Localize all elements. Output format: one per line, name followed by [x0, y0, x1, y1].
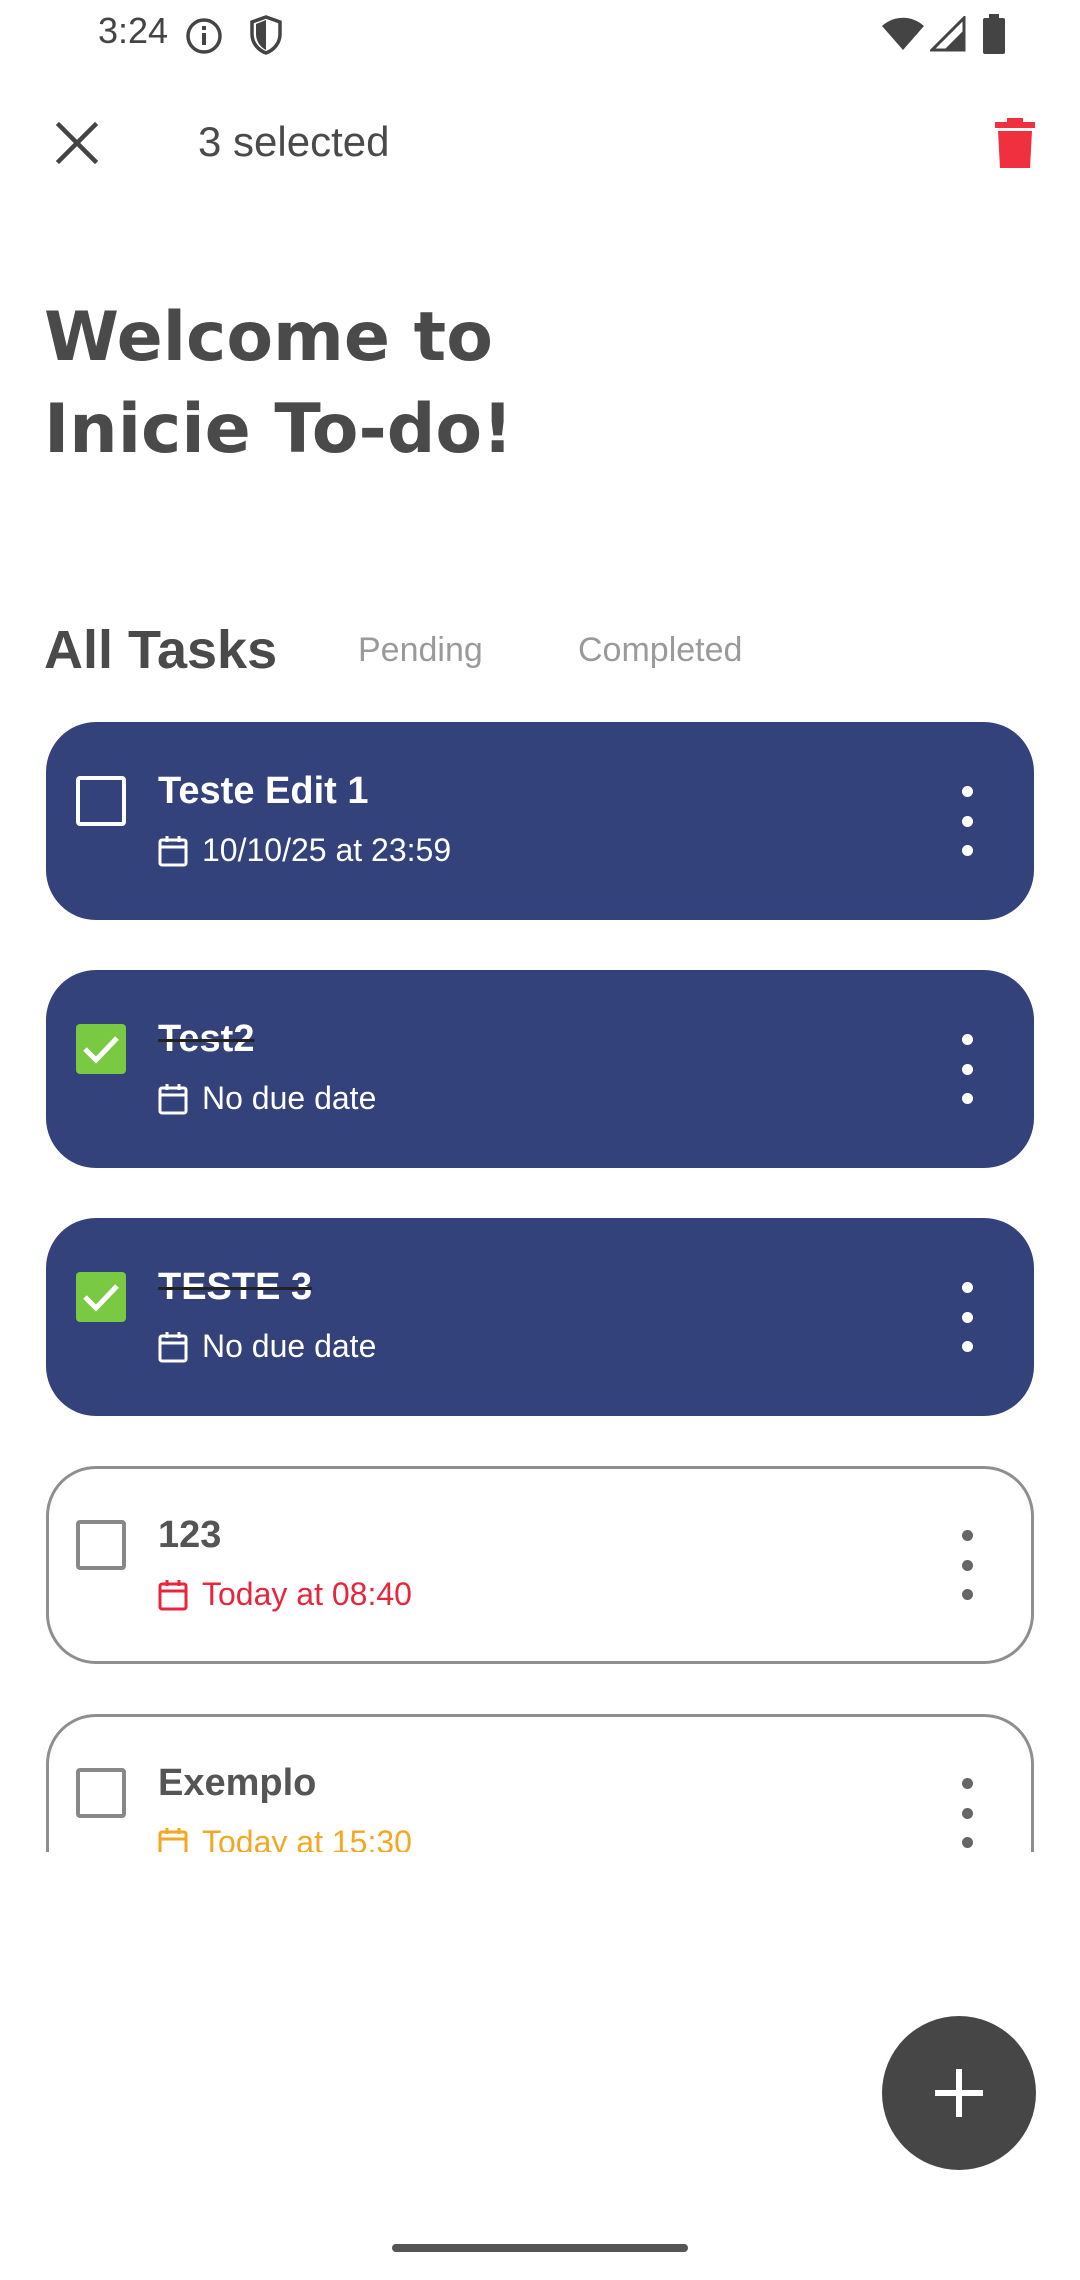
calendar-icon — [158, 1579, 188, 1610]
task-due-text: 10/10/25 at 23:59 — [202, 832, 452, 868]
task-title: TESTE 3 — [158, 1266, 313, 1308]
task-due-text: Today at 08:40 — [202, 1576, 412, 1612]
task-due: Today at 15:30 — [158, 1824, 412, 1852]
status-bar: 3:24 — [0, 0, 1080, 70]
task-list: Teste Edit 1 10/10/25 at 23:59 Test2 No … — [0, 716, 1080, 1852]
close-button[interactable] — [46, 112, 108, 174]
shield-icon — [250, 15, 282, 55]
task-checkbox[interactable] — [76, 1272, 126, 1322]
wifi-icon — [882, 17, 924, 50]
task-card[interactable]: Exemplo Today at 15:30 — [46, 1714, 1034, 1852]
task-due: Today at 08:40 — [158, 1576, 412, 1613]
task-due: 10/10/25 at 23:59 — [158, 832, 451, 869]
battery-icon — [983, 14, 1005, 54]
check-icon — [83, 1036, 119, 1064]
task-due-text: No due date — [202, 1080, 377, 1116]
task-checkbox[interactable] — [76, 1520, 126, 1570]
add-task-button[interactable] — [882, 2016, 1036, 2170]
task-checkbox[interactable] — [76, 1024, 126, 1074]
info-icon — [186, 18, 222, 54]
task-card[interactable]: Test2 No due date — [46, 970, 1034, 1168]
check-icon — [83, 1284, 119, 1312]
gesture-bar[interactable] — [392, 2244, 688, 2252]
more-options-icon[interactable] — [952, 1034, 982, 1104]
calendar-icon — [158, 835, 188, 866]
task-title: Exemplo — [158, 1762, 317, 1804]
more-options-icon[interactable] — [952, 1530, 982, 1600]
page-title-line1: Welcome to — [44, 298, 493, 377]
calendar-icon — [158, 1827, 188, 1852]
screen: 3:24 3 selected Welcome to Inicie To-do!… — [0, 0, 1080, 2280]
selection-count: 3 selected — [198, 118, 390, 165]
more-options-icon[interactable] — [952, 1282, 982, 1352]
task-checkbox[interactable] — [76, 776, 126, 826]
task-checkbox[interactable] — [76, 1768, 126, 1818]
close-icon — [55, 121, 99, 165]
task-title: Teste Edit 1 — [158, 770, 369, 812]
task-card[interactable]: Teste Edit 1 10/10/25 at 23:59 — [46, 722, 1034, 920]
task-due-text: No due date — [202, 1328, 377, 1364]
task-due: No due date — [158, 1080, 376, 1117]
task-title: Test2 — [158, 1018, 255, 1060]
tab-all-tasks[interactable]: All Tasks — [44, 610, 277, 690]
more-options-icon[interactable] — [952, 786, 982, 856]
status-time: 3:24 — [98, 10, 169, 51]
calendar-icon — [158, 1083, 188, 1114]
task-card[interactable]: 123 Today at 08:40 — [46, 1466, 1034, 1664]
trash-icon — [995, 118, 1035, 168]
more-options-icon[interactable] — [952, 1778, 982, 1848]
task-due-text: Today at 15:30 — [202, 1824, 412, 1852]
page-title-line2: Inicie To-do! — [44, 390, 514, 469]
tab-completed[interactable]: Completed — [578, 610, 742, 690]
calendar-icon — [158, 1331, 188, 1362]
task-title: 123 — [158, 1514, 222, 1556]
task-due: No due date — [158, 1328, 376, 1365]
plus-icon — [935, 2069, 983, 2117]
page-title: Welcome to Inicie To-do! — [44, 292, 744, 476]
filter-tabs: All Tasks Pending Completed — [44, 610, 1044, 690]
task-card[interactable]: TESTE 3 No due date — [46, 1218, 1034, 1416]
tab-pending[interactable]: Pending — [358, 610, 483, 690]
delete-button[interactable] — [984, 112, 1046, 174]
signal-icon — [930, 16, 966, 52]
